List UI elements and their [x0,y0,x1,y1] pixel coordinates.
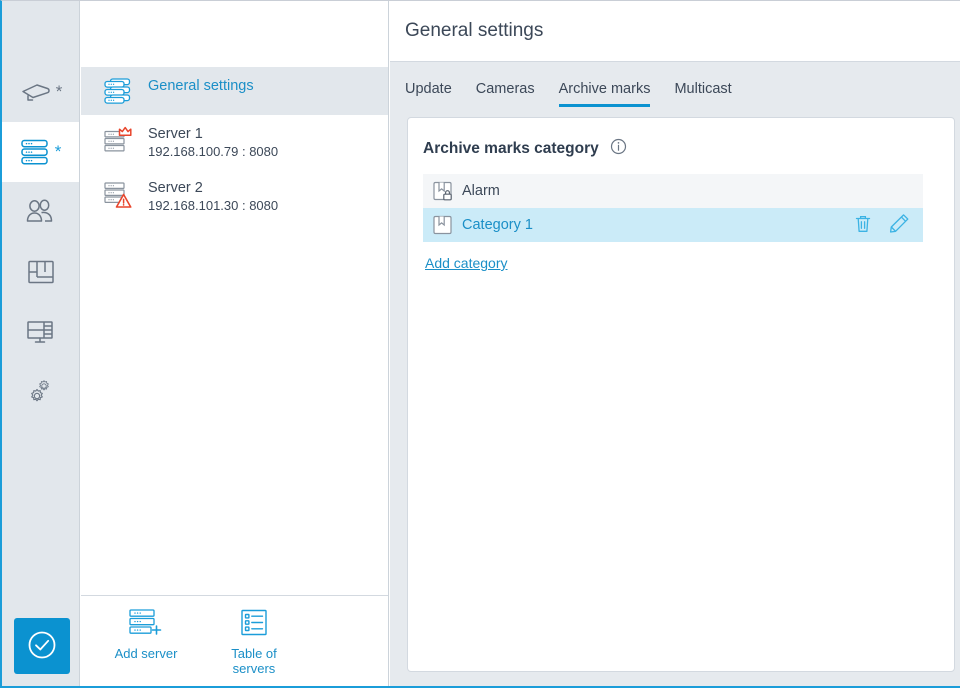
category-label: Category 1 [462,217,533,233]
rail-item-list: * * [2,1,79,422]
server-tree: General settings Server 1 192.168.100.79… [81,62,388,595]
tab-bar: Update Cameras Archive marks Multicast [390,62,960,107]
bookmark-icon [431,213,462,237]
category-row-category-1[interactable]: Category 1 [423,208,923,242]
apply-button[interactable] [14,618,70,674]
rail-item-system-settings[interactable] [2,362,79,422]
tab-cameras[interactable]: Cameras [464,81,547,107]
tab-archive-marks[interactable]: Archive marks [547,81,663,107]
rail-badge-cameras: * [55,82,63,101]
table-of-servers-button[interactable]: Table of servers [215,608,293,676]
tree-item-title: Server 2 [148,180,203,196]
server-tree-panel: General settings Server 1 192.168.100.79… [81,1,389,686]
gears-icon [25,378,57,406]
content-header: General settings [390,1,960,62]
left-icon-rail: * * [2,1,80,686]
tab-update[interactable]: Update [405,81,464,107]
check-circle-icon [25,628,59,665]
tab-multicast[interactable]: Multicast [662,81,743,107]
rail-item-video-walls[interactable] [2,302,79,362]
content-area: General settings Update Cameras Archive … [390,1,960,686]
info-icon[interactable] [610,138,627,160]
crown-icon [118,126,132,136]
application-window: * * General settings Server 1 192.168.10… [0,0,960,688]
archive-marks-card: Archive marks category Alarm Category 1 … [407,117,955,672]
layouts-icon [27,259,55,285]
tree-item-address: 192.168.101.30 : 8080 [148,198,279,213]
servers-stack-icon [103,75,137,107]
category-label: Alarm [462,183,500,199]
category-list: Alarm Category 1 [423,174,923,242]
server-panel-header [81,1,388,62]
tree-item-title: General settings [148,78,254,94]
add-server-icon [127,608,165,641]
add-server-button[interactable]: Add server [107,608,185,676]
edit-category-button[interactable] [889,213,910,237]
tree-item-server-1[interactable]: Server 1 192.168.100.79 : 8080 [81,115,388,169]
category-row-actions [854,213,910,237]
trash-icon [854,215,872,237]
rail-footer [2,618,79,686]
category-row-alarm[interactable]: Alarm [423,174,923,208]
pencil-icon [889,214,910,237]
add-server-label: Add server [114,646,178,661]
card-title: Archive marks category [423,140,599,157]
table-of-servers-icon [239,608,269,641]
servers-icon [20,138,52,166]
rail-item-cameras[interactable]: * [2,62,79,122]
rail-item-servers[interactable]: * [2,122,79,182]
delete-category-button[interactable] [854,214,872,237]
camera-icon [19,79,53,105]
card-heading: Archive marks category [423,138,936,160]
server-panel-footer: Add server Table of servers [81,595,388,686]
video-walls-icon [26,319,56,345]
rail-item-layouts[interactable] [2,242,79,302]
rail-badge-servers: * [54,142,62,161]
tree-item-general-settings[interactable]: General settings [81,67,388,115]
tree-item-server-2[interactable]: Server 2 192.168.101.30 : 8080 [81,169,388,223]
users-icon [25,199,57,225]
server-icon-with-warning [103,177,137,209]
rail-item-users[interactable] [2,182,79,242]
server-icon-with-crown [103,123,137,155]
bookmark-locked-icon [431,179,462,203]
table-of-servers-label: Table of servers [231,646,277,676]
page-title: General settings [405,20,544,41]
tree-item-address: 192.168.100.79 : 8080 [148,144,279,159]
add-category-link[interactable]: Add category [425,255,508,271]
tree-item-title: Server 1 [148,126,203,142]
